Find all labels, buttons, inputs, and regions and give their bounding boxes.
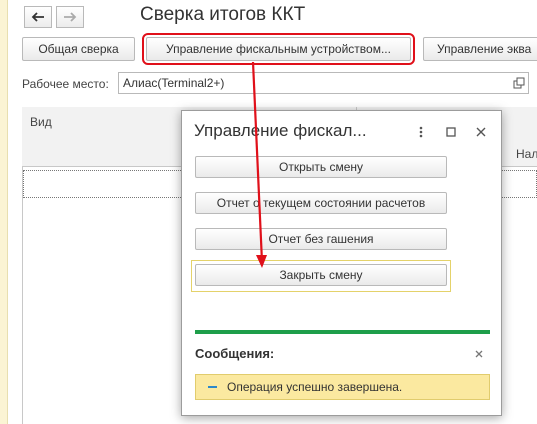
progress-fill xyxy=(195,330,490,334)
arrow-left-icon xyxy=(31,12,44,22)
current-state-report-button[interactable]: Отчет о текущем состоянии расчетов xyxy=(195,192,447,214)
message-text: Операция успешно завершена. xyxy=(227,380,403,394)
dialog-maximize-button[interactable] xyxy=(444,125,458,139)
workplace-input[interactable]: Алиас(Terminal2+) xyxy=(118,72,529,94)
page-title: Сверка итогов ККТ xyxy=(140,4,306,25)
workplace-value: Алиас(Terminal2+) xyxy=(123,76,225,90)
forward-button[interactable] xyxy=(56,6,84,28)
general-reconciliation-button[interactable]: Общая сверка xyxy=(22,37,135,61)
close-icon xyxy=(475,350,483,358)
messages-title: Сообщения: xyxy=(195,346,275,361)
dialog-menu-button[interactable] xyxy=(415,125,427,139)
close-icon xyxy=(476,127,486,137)
more-vertical-icon xyxy=(419,126,423,138)
close-shift-button[interactable]: Закрыть смену xyxy=(195,264,447,286)
dialog-title: Управление фискал... xyxy=(194,121,367,140)
progress-track xyxy=(195,330,490,334)
column-header-cash: Нал xyxy=(516,147,537,161)
open-shift-button[interactable]: Открыть смену xyxy=(195,156,447,178)
back-button[interactable] xyxy=(24,6,52,28)
workplace-label: Рабочее место: xyxy=(22,77,109,91)
column-header-type: Вид xyxy=(30,115,52,129)
message-item: Операция успешно завершена. xyxy=(195,374,490,400)
arrow-right-icon xyxy=(64,12,77,22)
fiscal-device-management-button[interactable]: Управление фискальным устройством... xyxy=(142,33,415,65)
open-link-icon xyxy=(513,77,525,89)
acquiring-management-button[interactable]: Управление эква xyxy=(423,37,537,61)
fiscal-device-dialog: Управление фискал... Открыть смену Отчет… xyxy=(181,110,502,416)
dash-icon xyxy=(208,386,217,388)
left-strip xyxy=(0,0,8,424)
maximize-icon xyxy=(446,127,456,137)
open-link-button[interactable] xyxy=(511,75,527,91)
x-report-button[interactable]: Отчет без гашения xyxy=(195,228,447,250)
messages-close-button[interactable] xyxy=(473,348,485,360)
dialog-close-button[interactable] xyxy=(474,125,488,139)
